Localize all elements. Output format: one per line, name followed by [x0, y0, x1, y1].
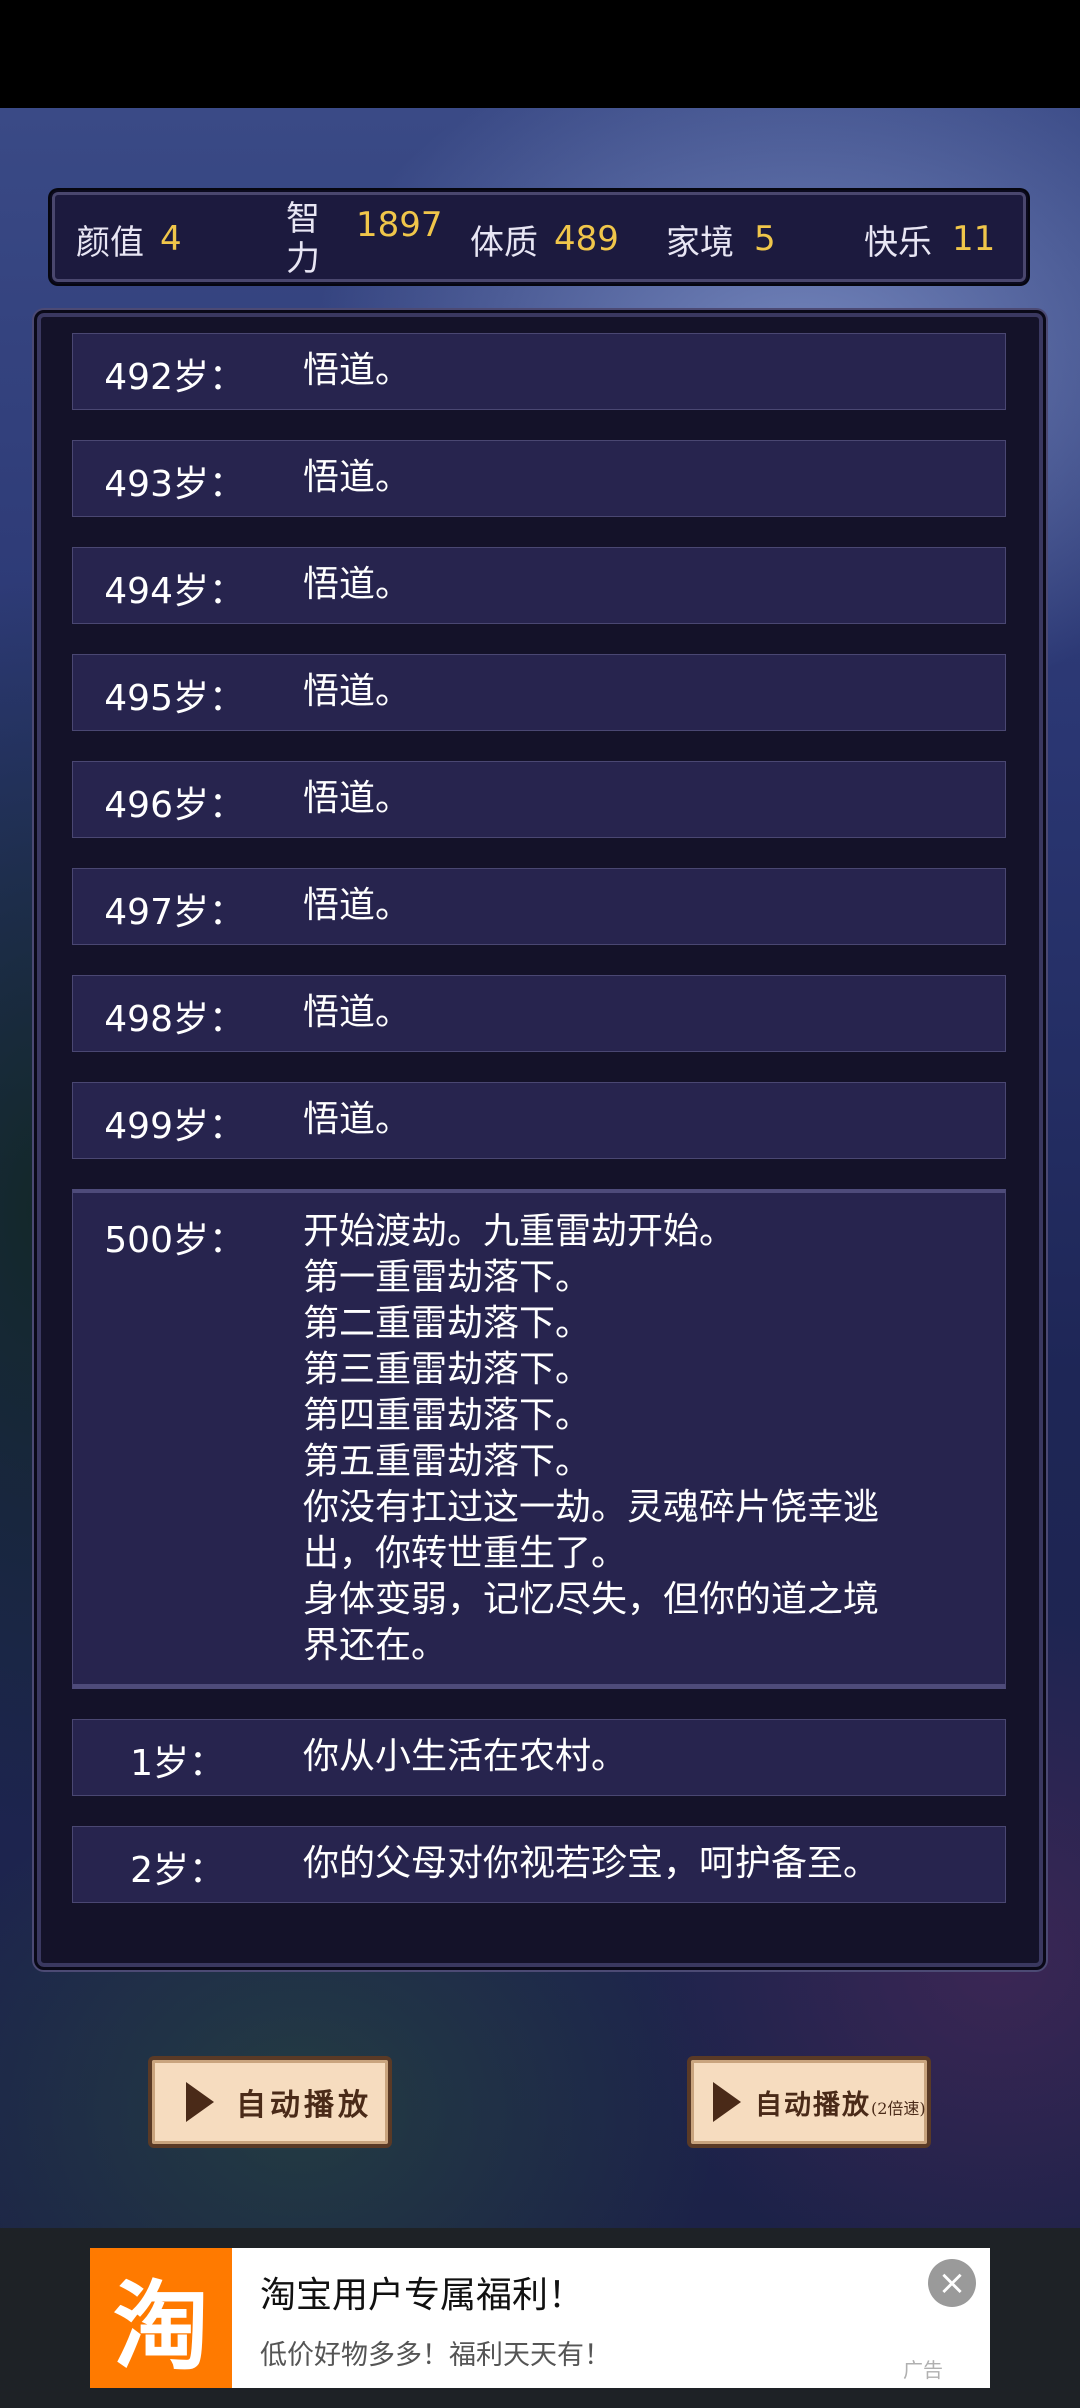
- autoplay-button[interactable]: 自动播放: [148, 2056, 392, 2148]
- list-item: 496岁： 悟道。: [72, 761, 1006, 838]
- autoplay-fast-button[interactable]: 自动播放(2倍速): [687, 2056, 931, 2148]
- play-icon: [713, 2082, 741, 2122]
- speed-suffix: (2倍速): [871, 2098, 926, 2118]
- event-text: 悟道。: [303, 1099, 412, 1140]
- stat-intelligence: 智力 1897: [286, 192, 443, 286]
- stat-value: 489: [554, 219, 619, 259]
- list-item: 1岁： 你从小生活在农村。: [72, 1719, 1006, 1796]
- event-text: 出，你转世重生了。: [303, 1533, 628, 1574]
- list-item: 499岁： 悟道。: [72, 1082, 1006, 1159]
- list-item: 498岁： 悟道。: [72, 975, 1006, 1052]
- ad-subtitle[interactable]: 低价好物多多！福利天天有！: [260, 2333, 611, 2372]
- event-age: 1岁：: [130, 1743, 225, 1784]
- event-text: 第五重雷劫落下。: [303, 1441, 592, 1482]
- event-age: 494岁：: [104, 571, 245, 612]
- stat-happiness: 快乐 11: [864, 192, 995, 286]
- play-icon: [186, 2082, 214, 2122]
- autoplay-fast-label: 自动播放(2倍速): [755, 2083, 926, 2122]
- event-text: 悟道。: [303, 992, 412, 1033]
- stat-label: 颜值: [76, 222, 144, 263]
- list-item: 2岁： 你的父母对你视若珍宝，呵护备至。: [72, 1826, 1006, 1903]
- stat-label: 快乐: [864, 222, 932, 263]
- stat-label: 家境: [666, 222, 734, 263]
- event-text: 悟道。: [303, 457, 412, 498]
- attribute-bar: 颜值 4 智力 1897 体质 489 家境 5 快乐 11: [50, 190, 1028, 284]
- event-age: 493岁：: [104, 464, 245, 505]
- event-age: 495岁：: [104, 678, 245, 719]
- ad-label: 广告: [903, 2358, 943, 2382]
- event-age: 500岁：: [104, 1220, 245, 1261]
- event-text: 悟道。: [303, 564, 412, 605]
- event-text: 第四重雷劫落下。: [303, 1395, 592, 1436]
- event-text: 你没有扛过这一劫。灵魂碎片侥幸逃: [303, 1487, 880, 1528]
- event-text: 界还在。: [303, 1625, 448, 1666]
- status-bar: [0, 0, 1080, 108]
- stat-value: 5: [754, 219, 776, 259]
- stat-constitution: 体质 489: [470, 192, 619, 286]
- event-text: 悟道。: [303, 885, 412, 926]
- event-age: 497岁：: [104, 892, 245, 933]
- event-age: 499岁：: [104, 1106, 245, 1147]
- event-text: 悟道。: [303, 350, 412, 391]
- autoplay-fast-text: 自动播放: [755, 2089, 871, 2121]
- event-text: 第一重雷劫落下。: [303, 1257, 592, 1298]
- autoplay-label: 自动播放: [236, 2088, 372, 2123]
- taobao-logo-icon[interactable]: 淘: [90, 2248, 232, 2388]
- stat-value: 1897: [356, 205, 443, 245]
- stat-appearance: 颜值 4: [76, 192, 182, 286]
- stat-family: 家境 5: [666, 192, 776, 286]
- list-item: 495岁： 悟道。: [72, 654, 1006, 731]
- list-item: 492岁： 悟道。: [72, 333, 1006, 410]
- event-text: 开始渡劫。九重雷劫开始。: [303, 1211, 736, 1252]
- event-text: 第三重雷劫落下。: [303, 1349, 592, 1390]
- event-age: 496岁：: [104, 785, 245, 826]
- list-item: 494岁： 悟道。: [72, 547, 1006, 624]
- stat-value: 11: [952, 219, 996, 259]
- event-age: 2岁：: [130, 1850, 225, 1891]
- ad-title[interactable]: 淘宝用户专属福利！: [260, 2266, 584, 2318]
- event-age: 498岁：: [104, 999, 245, 1040]
- list-item: 497岁： 悟道。: [72, 868, 1006, 945]
- list-item: 493岁： 悟道。: [72, 440, 1006, 517]
- stat-value: 4: [160, 219, 182, 259]
- event-age: 492岁：: [104, 357, 245, 398]
- event-text: 你从小生活在农村。: [303, 1736, 628, 1777]
- event-text: 悟道。: [303, 671, 412, 712]
- list-item: 500岁： 开始渡劫。九重雷劫开始。 第一重雷劫落下。 第二重雷劫落下。 第三重…: [72, 1189, 1006, 1689]
- event-text: 第二重雷劫落下。: [303, 1303, 592, 1344]
- stat-label: 智力: [286, 199, 320, 279]
- close-icon[interactable]: ×: [928, 2259, 976, 2307]
- event-text: 悟道。: [303, 778, 412, 819]
- stat-label: 体质: [470, 222, 538, 263]
- event-text: 你的父母对你视若珍宝，呵护备至。: [303, 1843, 880, 1884]
- event-text: 身体变弱，记忆尽失，但你的道之境: [303, 1579, 880, 1620]
